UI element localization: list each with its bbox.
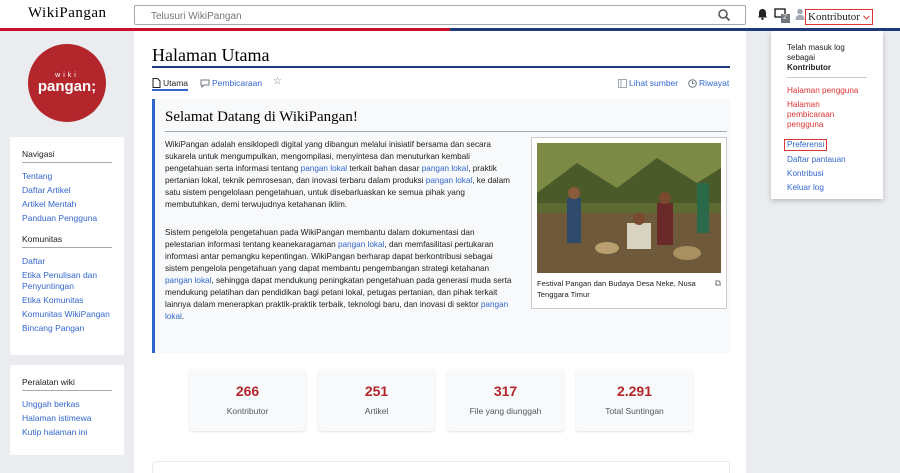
dropdown-divider [787,77,867,78]
page-icon [152,78,161,88]
tab-lihat-sumber[interactable]: Lihat sumber [618,78,678,88]
main-content: Halaman Utama Utama Pembicaraan ☆ Lihat … [134,31,746,473]
sidebar-item-etika-penulisan[interactable]: Etika Penulisan dan Penyuntingan [22,270,112,292]
user-menu-dropdown: Telah masuk log sebagai Kontributor Hala… [771,31,883,199]
history-icon [688,78,697,88]
pangan-lokal-link[interactable]: pangan lokal [426,176,472,185]
sidebar-group-komunitas: Komunitas Daftar Etika Penulisan dan Pen… [22,234,112,334]
welcome-heading: Selamat Datang di WikiPangan! [165,109,358,125]
notices-icon[interactable]: 2 [774,8,790,24]
enlarge-icon[interactable]: ⧉ [715,278,721,289]
sidebar-heading-peralatan: Peralatan wiki [22,377,112,391]
page-title: Halaman Utama [152,45,270,65]
stat-label: File yang diunggah [469,406,542,416]
stat-label: Kontributor [226,406,269,416]
menu-item-daftar-pantauan[interactable]: Daftar pantauan [787,155,867,165]
sidebar-tools-box: Peralatan wiki Unggah berkas Halaman ist… [10,365,124,455]
source-icon [618,78,627,88]
menu-item-preferensi[interactable]: Preferensi [784,139,828,151]
figure-caption-text: Festival Pangan dan Budaya Desa Neke, Nu… [537,279,696,299]
chevron-down-icon [863,14,870,20]
tab-utama-label: Utama [163,78,189,88]
watch-star-icon[interactable]: ☆ [273,76,282,87]
stat-card-artikel: 251 Artikel [318,369,435,431]
title-rule [152,66,730,68]
sidebar-item-komunitas-wikipangan[interactable]: Komunitas WikiPangan [22,309,112,320]
stat-value: 317 [493,383,518,399]
user-menu-label: Kontributor [808,11,860,23]
welcome-section: Selamat Datang di WikiPangan! WikiPangan… [152,99,730,353]
tab-pembicaraan-label: Pembicaraan [212,78,263,88]
sidebar-item-kutip-halaman[interactable]: Kutip halaman ini [22,427,112,438]
paragraph-text: . [181,312,185,321]
festival-figure: Festival Pangan dan Budaya Desa Neke, Nu… [531,137,727,309]
sidebar-item-panduan-pengguna[interactable]: Panduan Pengguna [22,213,112,224]
stat-card-suntingan: 2.291 Total Suntingan [576,369,693,431]
sidebar-nav-box: Navigasi Tentang Daftar Artikel Artikel … [10,137,124,355]
menu-item-halaman-pembicaraan[interactable]: Halaman pembicaraan pengguna [787,100,867,130]
speech-bubble-icon [200,79,210,88]
sidebar-item-unggah-berkas[interactable]: Unggah berkas [22,399,112,410]
site-logo[interactable]: WikiPangan [28,5,107,22]
festival-photo-art [537,143,721,273]
tab-utama[interactable]: Utama [152,78,189,91]
stat-card-file: 317 File yang diunggah [447,369,564,431]
sidebar-item-bincang-pangan[interactable]: Bincang Pangan [22,323,112,334]
search-box [134,5,746,26]
search-input[interactable] [135,7,705,26]
sidebar-heading-navigasi: Navigasi [22,149,112,163]
figure-caption: Festival Pangan dan Budaya Desa Neke, Nu… [537,278,721,300]
tab-riwayat-label: Riwayat [699,78,730,88]
stat-label: Total Suntingan [605,406,664,416]
pangan-lokal-link[interactable]: pangan lokal [301,164,347,173]
logged-in-text: Telah masuk log sebagai [787,43,845,62]
sidebar-item-daftar[interactable]: Daftar [22,256,112,267]
sidebar-item-etika-komunitas[interactable]: Etika Komunitas [22,295,112,306]
menu-item-keluar-log[interactable]: Keluar log [787,183,867,193]
sidebar-item-tentang[interactable]: Tentang [22,171,112,182]
festival-photo[interactable] [537,143,721,273]
logged-in-info: Telah masuk log sebagai Kontributor [787,43,867,73]
stat-value: 2.291 [616,383,653,399]
tab-lihat-sumber-label: Lihat sumber [629,78,679,88]
bottom-card [152,461,730,473]
bell-icon[interactable] [757,8,768,20]
tab-riwayat[interactable]: Riwayat [688,78,729,88]
menu-item-kontribusi[interactable]: Kontribusi [787,169,867,179]
logo-big-text: pangan; [37,78,97,95]
logged-in-username: Kontributor [787,63,831,72]
welcome-rule [165,131,727,132]
sidebar-item-halaman-istimewa[interactable]: Halaman istimewa [22,413,112,424]
sidebar-item-artikel-mentah[interactable]: Artikel Mentah [22,199,112,210]
tab-pembicaraan[interactable]: Pembicaraan [200,78,262,88]
user-icon [795,8,805,20]
search-icon[interactable] [717,8,731,22]
stat-card-kontributor: 266 Kontributor [189,369,306,431]
notices-count: 2 [783,14,787,21]
welcome-paragraph-1: WikiPangan adalah ensiklopedi digital ya… [165,139,515,211]
stat-value: 266 [235,383,260,399]
user-menu-button[interactable]: Kontributor [805,9,873,25]
welcome-paragraph-2: Sistem pengelola pengetahuan pada WikiPa… [165,227,515,323]
pangan-lokal-link[interactable]: pangan lokal [338,240,384,249]
sidebar-logo[interactable]: wiki pangan; [28,44,106,122]
page-tabs: Utama Pembicaraan ☆ Lihat sumber Riwayat [152,76,730,94]
sidebar-item-daftar-artikel[interactable]: Daftar Artikel [22,185,112,196]
stat-label: Artikel [364,406,389,416]
top-header: WikiPangan 2 Kontributor [0,0,900,28]
pangan-lokal-link[interactable]: pangan lokal [422,164,468,173]
sidebar-heading-komunitas: Komunitas [22,234,112,248]
paragraph-text: terkait bahan dasar [347,164,422,173]
paragraph-text: , sehingga dapat mendukung peningkatan p… [165,276,512,309]
pangan-lokal-link[interactable]: pangan lokal [165,276,211,285]
stat-value: 251 [364,383,389,399]
menu-item-halaman-pengguna[interactable]: Halaman pengguna [787,86,867,96]
